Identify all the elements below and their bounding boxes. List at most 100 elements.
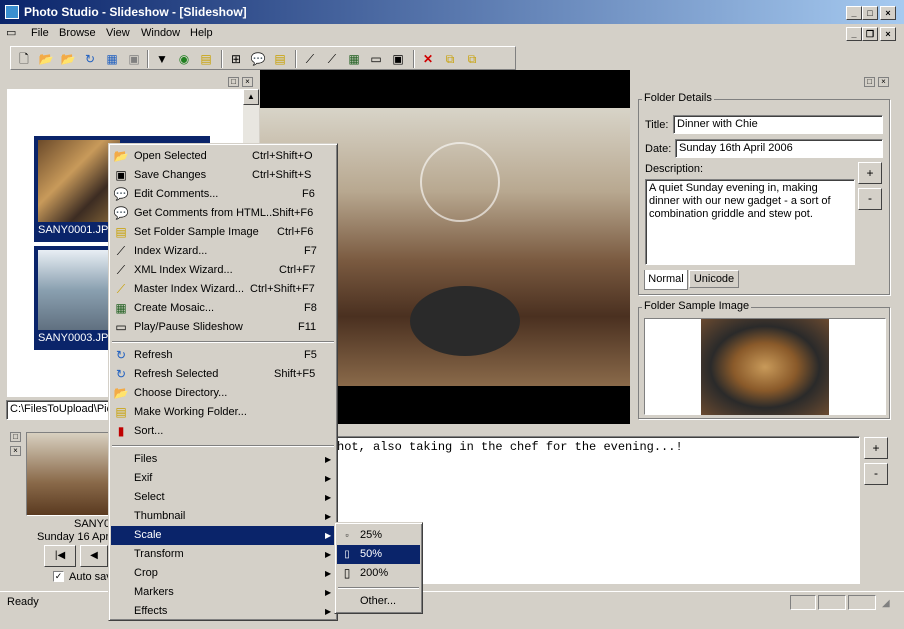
status-panel <box>790 595 816 610</box>
mosaic-icon[interactable]: ⊞ <box>227 50 245 68</box>
wand-icon[interactable]: ⟋ <box>301 50 319 68</box>
first-image-button[interactable]: |◀ <box>44 545 76 567</box>
globe-icon[interactable]: ◉ <box>175 50 193 68</box>
menu-save-changes[interactable]: ▣ Save Changes Ctrl+Shift+S <box>111 166 335 185</box>
tab-unicode[interactable]: Unicode <box>689 270 739 288</box>
description-minus-button[interactable]: - <box>858 188 882 210</box>
context-menu: 📂 Open Selected Ctrl+Shift+O ▣ Save Changes… <box>108 143 338 621</box>
system-menu-icon[interactable]: ▭ <box>6 26 16 39</box>
pane-close-button[interactable]: × <box>242 77 253 87</box>
comment-minus-button[interactable]: - <box>864 463 888 485</box>
grid-icon[interactable]: ▦ <box>345 50 363 68</box>
menu-index-wizard[interactable]: ⟋ Index Wizard... F7 <box>111 242 335 261</box>
refresh-selected-icon: ↻ <box>115 367 127 381</box>
new-icon[interactable]: 🗋 <box>15 50 33 68</box>
menu-help[interactable]: Help <box>190 27 213 39</box>
refresh-icon: ↻ <box>115 348 127 362</box>
copy-icon[interactable]: ⧉ <box>441 50 459 68</box>
resize-grip[interactable]: ◢ <box>882 598 890 609</box>
menu-play-pause-slideshow[interactable]: ▭ Play/Pause Slideshow F11 <box>111 318 335 337</box>
folder-sample-label: Folder Sample Image <box>642 300 752 312</box>
folder-refresh-icon[interactable]: ▤ <box>197 50 215 68</box>
path-field[interactable]: C:\FilesToUpload\Pictures <box>6 400 110 420</box>
index-icon[interactable]: ▦ <box>103 50 121 68</box>
folder-open-icon: 📂 <box>113 386 129 400</box>
menu-window[interactable]: Window <box>141 27 180 39</box>
wand-icon: ⟋ <box>116 244 126 258</box>
menu-refresh-selected[interactable]: ↻ Refresh Selected Shift+F5 <box>111 365 335 384</box>
description-plus-button[interactable]: + <box>858 162 882 184</box>
menu-browse[interactable]: Browse <box>59 27 96 39</box>
scale-50[interactable]: ▯ 50% <box>337 545 420 564</box>
previous-image-button[interactable]: ◀ <box>80 545 108 567</box>
maximize-button[interactable]: □ <box>862 6 878 20</box>
photo-lid-shape <box>420 142 500 222</box>
open-web-icon[interactable]: 📂 <box>59 50 77 68</box>
submenu-markers[interactable]: Markers ▶ <box>111 583 335 602</box>
submenu-transform[interactable]: Transform ▶ <box>111 545 335 564</box>
auto-save-label: Auto sav <box>69 571 112 583</box>
title-bar: Photo Studio - Slideshow - [Slideshow] _… <box>0 0 904 24</box>
mdi-restore-button[interactable]: ❐ <box>862 27 878 41</box>
bottom-pane-close-button[interactable]: × <box>10 446 21 456</box>
folder-image-icon: ▤ <box>115 225 127 239</box>
menu-refresh[interactable]: ↻ Refresh F5 <box>111 346 335 365</box>
pane-float-button[interactable]: □ <box>864 77 875 87</box>
description-field[interactable]: A quiet Sunday evening in, making dinner… <box>645 179 855 265</box>
title-field[interactable]: Dinner with Chie <box>673 115 883 134</box>
tab-normal[interactable]: Normal <box>644 270 688 290</box>
status-panel <box>848 595 876 610</box>
menu-sort[interactable]: ▮ Sort... <box>111 422 335 441</box>
menu-file[interactable]: File <box>31 27 49 39</box>
mdi-minimize-button[interactable]: _ <box>846 27 862 41</box>
menu-edit-comments[interactable]: 💬 Edit Comments... F6 <box>111 185 335 204</box>
submenu-select[interactable]: Select ▶ <box>111 488 335 507</box>
submenu-files[interactable]: Files ▶ <box>111 450 335 469</box>
refresh-icon[interactable]: ↻ <box>81 50 99 68</box>
submenu-thumbnail[interactable]: Thumbnail ▶ <box>111 507 335 526</box>
speech-icon[interactable]: 💬 <box>249 50 267 68</box>
menu-view[interactable]: View <box>106 27 130 39</box>
paste-icon[interactable]: ⧉ <box>463 50 481 68</box>
scale-25[interactable]: ▫ 25% <box>337 526 420 545</box>
menu-master-index-wizard[interactable]: ⟋ Master Index Wizard... Ctrl+Shift+F7 <box>111 280 335 299</box>
folder-comments-icon[interactable]: ▤ <box>271 50 289 68</box>
comment-plus-button[interactable]: + <box>864 437 888 459</box>
status-text: Ready <box>7 596 39 608</box>
minimize-button[interactable]: _ <box>846 6 862 20</box>
scale-medium-icon: ▯ <box>344 549 350 560</box>
menu-set-folder-sample[interactable]: ▤ Set Folder Sample Image Ctrl+F6 <box>111 223 335 242</box>
scroll-up-button[interactable]: ▲ <box>243 89 259 105</box>
save-icon[interactable]: ▣ <box>125 50 143 68</box>
slideshow-icon[interactable]: ▭ <box>367 50 385 68</box>
comments-icon[interactable]: ▼ <box>153 50 171 68</box>
presentation-icon[interactable]: ▣ <box>389 50 407 68</box>
submenu-effects[interactable]: Effects ▶ <box>111 602 335 621</box>
menu-xml-index-wizard[interactable]: ⟋ XML Index Wizard... Ctrl+F7 <box>111 261 335 280</box>
scale-other[interactable]: Other... <box>337 592 420 611</box>
menu-make-working-folder[interactable]: ▤ Make Working Folder... <box>111 403 335 422</box>
auto-save-checkbox[interactable]: ✓ <box>53 571 64 582</box>
open-icon[interactable]: 📂 <box>37 50 55 68</box>
submenu-crop[interactable]: Crop ▶ <box>111 564 335 583</box>
date-field[interactable]: Sunday 16th April 2006 <box>675 139 883 158</box>
pane-close-button[interactable]: × <box>878 77 889 87</box>
menu-separator <box>112 445 334 447</box>
menu-open-selected[interactable]: 📂 Open Selected Ctrl+Shift+O <box>111 147 335 166</box>
description-label: Description: <box>645 163 704 175</box>
submenu-scale[interactable]: Scale ▶ <box>111 526 335 545</box>
pane-float-button[interactable]: □ <box>228 77 239 87</box>
menu-get-comments-html[interactable]: 💬 Get Comments from HTML... Shift+F6 <box>111 204 335 223</box>
current-thumbnail <box>26 432 112 516</box>
xml-wand-icon[interactable]: ⟋ <box>323 50 341 68</box>
photo-griddle-shape <box>410 286 520 356</box>
menu-separator <box>112 341 334 343</box>
submenu-exif[interactable]: Exif ▶ <box>111 469 335 488</box>
scale-200[interactable]: ▯ 200% <box>337 564 420 583</box>
mdi-close-button[interactable]: × <box>880 27 896 41</box>
close-button[interactable]: × <box>880 6 896 20</box>
menu-choose-directory[interactable]: 📂 Choose Directory... <box>111 384 335 403</box>
bottom-pane-float-button[interactable]: □ <box>10 432 21 442</box>
menu-create-mosaic[interactable]: ▦ Create Mosaic... F8 <box>111 299 335 318</box>
delete-icon[interactable]: ✕ <box>419 50 437 68</box>
